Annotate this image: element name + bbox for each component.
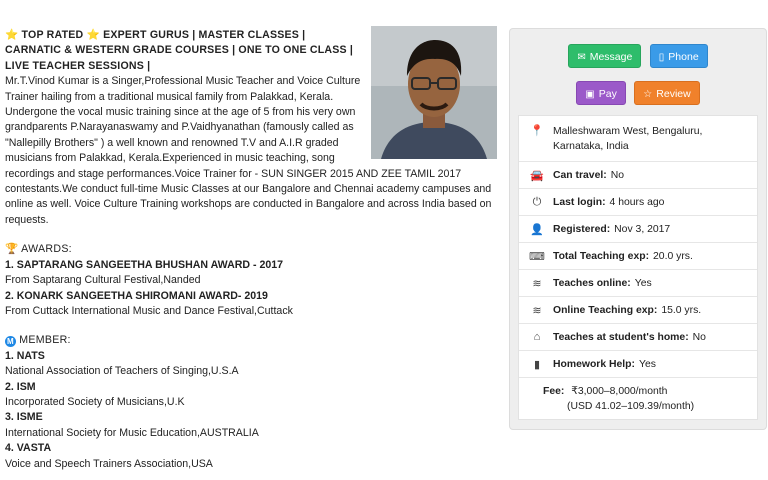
membership-name: 3. ISME — [5, 411, 43, 424]
membership-name: 2. ISM — [5, 380, 36, 393]
power-icon: ⏻ — [532, 195, 542, 208]
car-icon: 🚘 — [530, 169, 544, 182]
membership-name: 1. NATS — [5, 349, 45, 362]
profile-description: ⭐ TOP RATED ⭐ EXPERT GURUS | MASTER CLAS… — [5, 26, 497, 472]
star-icon: ⭐ — [5, 29, 19, 41]
location-text: Malleshwaram West, Bengaluru, Karnataka,… — [553, 126, 703, 152]
registered-row: 👤 Registered: Nov 3, 2017 — [519, 215, 757, 242]
member-badge-icon: M — [5, 336, 16, 348]
star-icon: ⭐ — [86, 29, 100, 41]
home-icon: ⌂ — [533, 331, 541, 343]
membership-desc: Incorporated Society of Musicians,U.K — [5, 395, 185, 408]
online-exp-row: ≋ Online Teaching exp: 15.0 yrs. — [519, 296, 757, 323]
awards-title: AWARDS: — [21, 243, 72, 256]
fee-label: Fee: — [543, 386, 565, 397]
headline-prefix: TOP RATED — [21, 29, 84, 41]
award-source: From Saptarang Cultural Festival,Nanded — [5, 274, 201, 287]
membership-desc: Voice and Speech Trainers Association,US… — [5, 457, 213, 470]
trophy-icon: 🏆 — [5, 243, 19, 256]
action-row-1: ✉ Message ▯ Phone — [510, 44, 766, 68]
money-icon: ▣ — [585, 89, 595, 100]
action-row-2: ▣ Pay ☆ Review — [510, 81, 766, 105]
teacher-board-icon: ⌨ — [529, 250, 545, 263]
fee-row: Fee: ₹3,000–8,000/month (USD 41.02–109.3… — [519, 377, 757, 419]
contact-panel: ✉ Message ▯ Phone ▣ Pay ☆ Review 📍 Malleshwa… — [509, 28, 767, 430]
membership-desc: International Society for Music Educatio… — [5, 426, 259, 439]
last-login-row: ⏻ Last login: 4 hours ago — [519, 188, 757, 215]
award-source: From Cuttack International Music and Dan… — [5, 304, 293, 317]
pay-button[interactable]: ▣ Pay — [576, 81, 626, 105]
teaches-online-row: ≋ Teaches online: Yes — [519, 269, 757, 296]
location-row: 📍 Malleshwaram West, Bengaluru, Karnatak… — [519, 116, 757, 161]
award-name: 1. SAPTARANG SANGEETHA BHUSHAN AWARD - 2… — [5, 258, 284, 271]
book-icon: ▮ — [533, 358, 541, 371]
user-icon: 👤 — [530, 223, 544, 236]
phone-button[interactable]: ▯ Phone — [649, 44, 708, 68]
star-outline-icon: ☆ — [643, 89, 653, 100]
envelope-icon: ✉ — [577, 52, 586, 63]
membership-name: 4. VASTA — [5, 442, 52, 455]
details-list: 📍 Malleshwaram West, Bengaluru, Karnatak… — [518, 115, 758, 420]
phone-icon: ▯ — [658, 52, 665, 63]
member-section: M MEMBER: 1. NATS National Association o… — [5, 333, 495, 472]
homework-row: ▮ Homework Help: Yes — [519, 350, 757, 377]
awards-section: 🏆 AWARDS: 1. SAPTARANG SANGEETHA BHUSHAN… — [5, 242, 495, 319]
teacher-photo — [371, 26, 497, 159]
wifi-icon: ≋ — [532, 304, 542, 317]
can-travel-row: 🚘 Can travel: No — [519, 161, 757, 188]
fee-value: ₹3,000–8,000/month — [571, 386, 668, 397]
home-tuition-row: ⌂ Teaches at student's home: No — [519, 323, 757, 350]
map-pin-icon: 📍 — [530, 125, 544, 137]
member-title: MEMBER: — [19, 334, 71, 347]
message-button[interactable]: ✉ Message — [568, 44, 642, 68]
review-button[interactable]: ☆ Review — [634, 81, 700, 105]
wifi-icon: ≋ — [532, 277, 542, 290]
teaching-exp-row: ⌨ Total Teaching exp: 20.0 yrs. — [519, 242, 757, 269]
fee-usd: (USD 41.02–109.39/month) — [567, 401, 695, 412]
membership-desc: National Association of Teachers of Sing… — [5, 365, 239, 378]
award-name: 2. KONARK SANGEETHA SHIROMANI AWARD- 201… — [5, 289, 268, 302]
